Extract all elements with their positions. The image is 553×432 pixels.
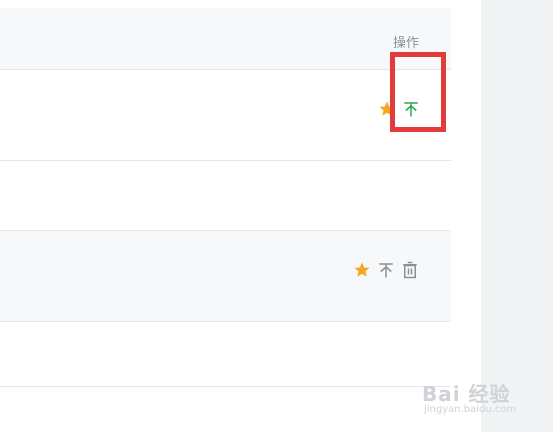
table-header: 操作 xyxy=(0,8,451,70)
pin-to-top-icon[interactable] xyxy=(377,261,395,279)
star-icon[interactable] xyxy=(353,261,371,279)
table-row[interactable] xyxy=(0,70,451,161)
table-row[interactable] xyxy=(0,231,451,322)
table-row[interactable] xyxy=(0,161,451,231)
row-actions xyxy=(353,261,425,279)
page: 操作 Bai 经验 jingyan.baidu.com xyxy=(0,0,553,432)
delete-icon[interactable] xyxy=(401,261,419,279)
star-icon[interactable] xyxy=(378,100,396,118)
actions-column-header: 操作 xyxy=(393,36,420,51)
message-table: 操作 xyxy=(0,8,451,432)
pin-to-top-icon[interactable] xyxy=(402,100,420,118)
row-actions xyxy=(378,100,426,118)
table-row[interactable] xyxy=(0,322,451,387)
right-side-panel xyxy=(481,0,553,432)
